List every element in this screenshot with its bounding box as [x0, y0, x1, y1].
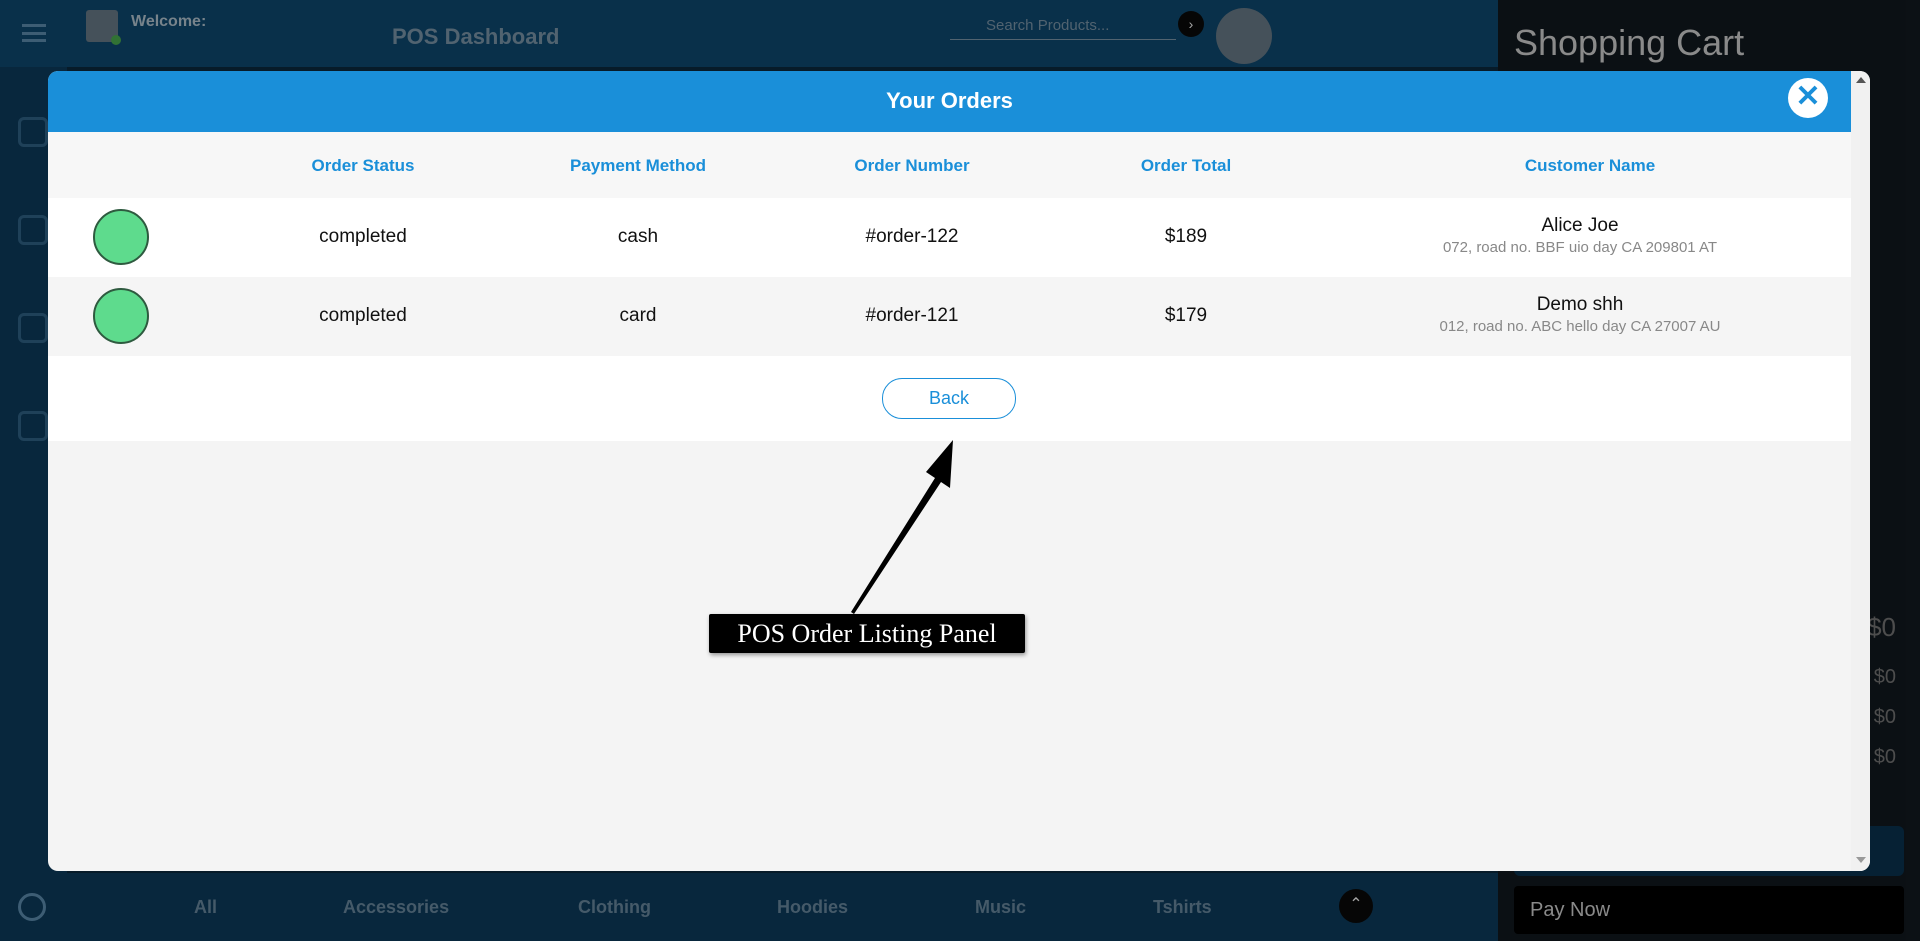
order-number: #order-121 — [865, 305, 959, 326]
table-row[interactable]: completed cash #order-122 $189 Alice Joe… — [48, 198, 1851, 277]
order-number: #order-122 — [865, 226, 959, 247]
header-order-number: Order Number — [854, 156, 970, 175]
order-status: completed — [319, 305, 407, 326]
order-total: $179 — [1164, 305, 1208, 326]
header-order-status: Order Status — [311, 156, 415, 175]
status-indicator — [93, 209, 149, 265]
customer-address: 072, road no. BBF uio day CA 209801 AT — [1442, 239, 1718, 256]
scrollbar[interactable] — [1851, 71, 1870, 871]
payment-method: card — [619, 305, 657, 326]
header-payment-method: Payment Method — [569, 156, 707, 175]
header-order-total: Order Total — [1140, 156, 1232, 175]
order-total: $189 — [1164, 226, 1208, 247]
table-header: Order Status Payment Method Order Number… — [48, 132, 1851, 198]
orders-table: Order Status Payment Method Order Number… — [48, 132, 1851, 441]
customer-address: 012, road no. ABC hello day CA 27007 AU — [1439, 318, 1721, 335]
scroll-down-arrow-icon[interactable] — [1856, 857, 1866, 863]
modal-title: Your Orders — [886, 88, 1013, 113]
header-customer-name: Customer Name — [1524, 156, 1656, 175]
back-button[interactable]: Back — [882, 378, 1016, 419]
status-indicator — [93, 288, 149, 344]
annotation-arrow-icon — [851, 440, 953, 614]
modal-header: Your Orders ✕ — [48, 71, 1851, 132]
customer-name: Demo shh — [1536, 294, 1624, 315]
close-icon[interactable]: ✕ — [1788, 78, 1828, 118]
order-status: completed — [319, 226, 407, 247]
scroll-up-arrow-icon[interactable] — [1856, 77, 1866, 83]
back-row: Back — [48, 356, 1851, 441]
table-row[interactable]: completed card #order-121 $179 Demo shh … — [48, 277, 1851, 356]
annotation-label: POS Order Listing Panel — [709, 614, 1025, 653]
payment-method: cash — [617, 226, 659, 247]
customer-name: Alice Joe — [1541, 215, 1619, 236]
